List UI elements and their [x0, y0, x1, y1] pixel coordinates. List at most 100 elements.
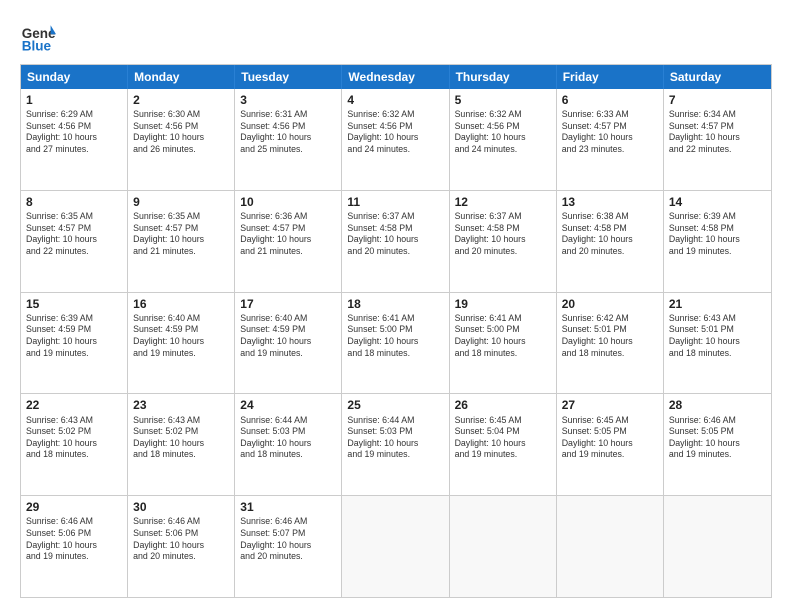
day-info: Sunrise: 6:46 AMSunset: 5:05 PMDaylight:…	[669, 415, 766, 461]
calendar-cell: 7Sunrise: 6:34 AMSunset: 4:57 PMDaylight…	[664, 89, 771, 190]
day-info: Sunrise: 6:31 AMSunset: 4:56 PMDaylight:…	[240, 109, 336, 155]
calendar-cell: 20Sunrise: 6:42 AMSunset: 5:01 PMDayligh…	[557, 293, 664, 394]
day-info: Sunrise: 6:46 AMSunset: 5:06 PMDaylight:…	[133, 516, 229, 562]
weekday-header: Sunday	[21, 65, 128, 89]
day-info: Sunrise: 6:43 AMSunset: 5:01 PMDaylight:…	[669, 313, 766, 359]
day-number: 4	[347, 92, 443, 108]
day-number: 23	[133, 397, 229, 413]
calendar-cell: 5Sunrise: 6:32 AMSunset: 4:56 PMDaylight…	[450, 89, 557, 190]
day-number: 9	[133, 194, 229, 210]
day-number: 13	[562, 194, 658, 210]
day-info: Sunrise: 6:42 AMSunset: 5:01 PMDaylight:…	[562, 313, 658, 359]
weekday-header: Monday	[128, 65, 235, 89]
day-info: Sunrise: 6:37 AMSunset: 4:58 PMDaylight:…	[347, 211, 443, 257]
day-number: 16	[133, 296, 229, 312]
weekday-header: Thursday	[450, 65, 557, 89]
day-info: Sunrise: 6:35 AMSunset: 4:57 PMDaylight:…	[133, 211, 229, 257]
calendar-cell: 15Sunrise: 6:39 AMSunset: 4:59 PMDayligh…	[21, 293, 128, 394]
day-number: 1	[26, 92, 122, 108]
day-number: 30	[133, 499, 229, 515]
calendar-cell: 19Sunrise: 6:41 AMSunset: 5:00 PMDayligh…	[450, 293, 557, 394]
calendar-cell: 1Sunrise: 6:29 AMSunset: 4:56 PMDaylight…	[21, 89, 128, 190]
svg-text:Blue: Blue	[22, 38, 52, 53]
day-number: 25	[347, 397, 443, 413]
calendar-cell: 18Sunrise: 6:41 AMSunset: 5:00 PMDayligh…	[342, 293, 449, 394]
calendar-cell: 27 Sunrise: 6:45 AMSunset: 5:05 PMDayligh…	[557, 394, 664, 495]
day-info: Sunrise: 6:29 AMSunset: 4:56 PMDaylight:…	[26, 109, 122, 155]
page: General Blue SundayMondayTuesdayWednesda…	[0, 0, 792, 612]
day-info: Sunrise: 6:38 AMSunset: 4:58 PMDaylight:…	[562, 211, 658, 257]
calendar-cell	[557, 496, 664, 597]
calendar-cell: 29Sunrise: 6:46 AMSunset: 5:06 PMDayligh…	[21, 496, 128, 597]
day-info: Sunrise: 6:36 AMSunset: 4:57 PMDaylight:…	[240, 211, 336, 257]
calendar-cell: 13Sunrise: 6:38 AMSunset: 4:58 PMDayligh…	[557, 191, 664, 292]
day-number: 11	[347, 194, 443, 210]
calendar-cell: 24Sunrise: 6:44 AMSunset: 5:03 PMDayligh…	[235, 394, 342, 495]
weekday-header: Friday	[557, 65, 664, 89]
day-info: Sunrise: 6:35 AMSunset: 4:57 PMDaylight:…	[26, 211, 122, 257]
header: General Blue	[20, 18, 772, 54]
day-number: 21	[669, 296, 766, 312]
day-number: 19	[455, 296, 551, 312]
calendar-cell: 4Sunrise: 6:32 AMSunset: 4:56 PMDaylight…	[342, 89, 449, 190]
day-number: 15	[26, 296, 122, 312]
day-number: 20	[562, 296, 658, 312]
day-info: Sunrise: 6:45 AMSunset: 5:04 PMDaylight:…	[455, 415, 551, 461]
calendar-cell: 3Sunrise: 6:31 AMSunset: 4:56 PMDaylight…	[235, 89, 342, 190]
day-number: 29	[26, 499, 122, 515]
day-number: 14	[669, 194, 766, 210]
calendar-cell: 16Sunrise: 6:40 AMSunset: 4:59 PMDayligh…	[128, 293, 235, 394]
day-info: Sunrise: 6:32 AMSunset: 4:56 PMDaylight:…	[347, 109, 443, 155]
day-info: Sunrise: 6:41 AMSunset: 5:00 PMDaylight:…	[455, 313, 551, 359]
day-info: Sunrise: 6:40 AMSunset: 4:59 PMDaylight:…	[133, 313, 229, 359]
calendar-row: 29Sunrise: 6:46 AMSunset: 5:06 PMDayligh…	[21, 495, 771, 597]
day-number: 27	[562, 397, 658, 413]
day-info: Sunrise: 6:41 AMSunset: 5:00 PMDaylight:…	[347, 313, 443, 359]
day-info: Sunrise: 6:34 AMSunset: 4:57 PMDaylight:…	[669, 109, 766, 155]
day-number: 10	[240, 194, 336, 210]
day-info: Sunrise: 6:30 AMSunset: 4:56 PMDaylight:…	[133, 109, 229, 155]
calendar-cell: 22Sunrise: 6:43 AMSunset: 5:02 PMDayligh…	[21, 394, 128, 495]
calendar-cell: 10Sunrise: 6:36 AMSunset: 4:57 PMDayligh…	[235, 191, 342, 292]
calendar-cell: 9Sunrise: 6:35 AMSunset: 4:57 PMDaylight…	[128, 191, 235, 292]
calendar-cell: 14Sunrise: 6:39 AMSunset: 4:58 PMDayligh…	[664, 191, 771, 292]
weekday-header: Tuesday	[235, 65, 342, 89]
calendar: SundayMondayTuesdayWednesdayThursdayFrid…	[20, 64, 772, 598]
calendar-cell	[342, 496, 449, 597]
calendar-row: 8Sunrise: 6:35 AMSunset: 4:57 PMDaylight…	[21, 190, 771, 292]
day-number: 5	[455, 92, 551, 108]
calendar-cell: 2Sunrise: 6:30 AMSunset: 4:56 PMDaylight…	[128, 89, 235, 190]
calendar-cell: 12Sunrise: 6:37 AMSunset: 4:58 PMDayligh…	[450, 191, 557, 292]
day-info: Sunrise: 6:33 AMSunset: 4:57 PMDaylight:…	[562, 109, 658, 155]
calendar-cell: 11Sunrise: 6:37 AMSunset: 4:58 PMDayligh…	[342, 191, 449, 292]
day-info: Sunrise: 6:45 AMSunset: 5:05 PMDaylight:…	[562, 415, 658, 461]
day-info: Sunrise: 6:37 AMSunset: 4:58 PMDaylight:…	[455, 211, 551, 257]
calendar-cell: 21Sunrise: 6:43 AMSunset: 5:01 PMDayligh…	[664, 293, 771, 394]
weekday-header: Wednesday	[342, 65, 449, 89]
day-number: 18	[347, 296, 443, 312]
day-number: 8	[26, 194, 122, 210]
calendar-cell: 17Sunrise: 6:40 AMSunset: 4:59 PMDayligh…	[235, 293, 342, 394]
day-number: 28	[669, 397, 766, 413]
day-info: Sunrise: 6:46 AMSunset: 5:06 PMDaylight:…	[26, 516, 122, 562]
calendar-row: 15Sunrise: 6:39 AMSunset: 4:59 PMDayligh…	[21, 292, 771, 394]
calendar-cell: 30Sunrise: 6:46 AMSunset: 5:06 PMDayligh…	[128, 496, 235, 597]
day-number: 22	[26, 397, 122, 413]
calendar-cell: 31Sunrise: 6:46 AMSunset: 5:07 PMDayligh…	[235, 496, 342, 597]
weekday-header: Saturday	[664, 65, 771, 89]
calendar-cell: 6Sunrise: 6:33 AMSunset: 4:57 PMDaylight…	[557, 89, 664, 190]
calendar-cell: 26Sunrise: 6:45 AMSunset: 5:04 PMDayligh…	[450, 394, 557, 495]
logo: General Blue	[20, 18, 56, 54]
calendar-cell: 8Sunrise: 6:35 AMSunset: 4:57 PMDaylight…	[21, 191, 128, 292]
calendar-cell: 23 Sunrise: 6:43 AMSunset: 5:02 PMDayligh…	[128, 394, 235, 495]
day-info: Sunrise: 6:40 AMSunset: 4:59 PMDaylight:…	[240, 313, 336, 359]
day-number: 6	[562, 92, 658, 108]
day-info: Sunrise: 6:46 AMSunset: 5:07 PMDaylight:…	[240, 516, 336, 562]
day-info: Sunrise: 6:43 AMSunset: 5:02 PMDaylight:…	[133, 415, 229, 461]
day-info: Sunrise: 6:44 AMSunset: 5:03 PMDaylight:…	[347, 415, 443, 461]
day-info: Sunrise: 6:39 AMSunset: 4:59 PMDaylight:…	[26, 313, 122, 359]
day-number: 24	[240, 397, 336, 413]
calendar-body: 1Sunrise: 6:29 AMSunset: 4:56 PMDaylight…	[21, 89, 771, 597]
calendar-cell	[664, 496, 771, 597]
day-number: 17	[240, 296, 336, 312]
